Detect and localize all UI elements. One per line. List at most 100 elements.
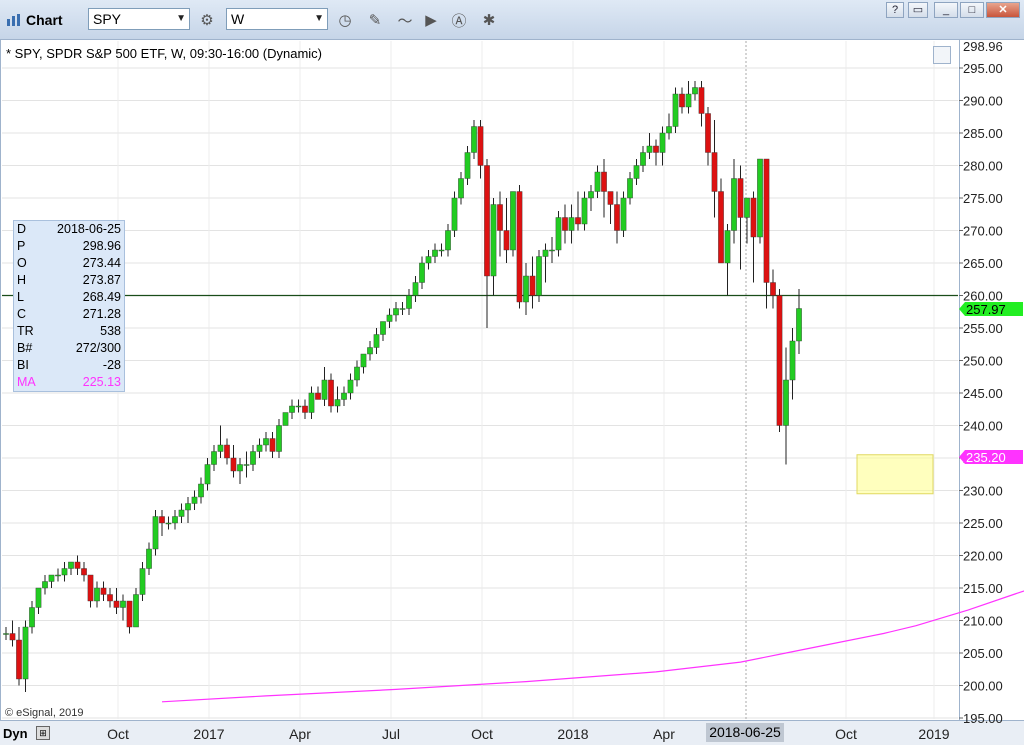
candle-body: [783, 379, 789, 426]
candle-body: [55, 574, 61, 577]
ma-price-tag-text: 235.20: [966, 450, 1006, 465]
time-tick-label: Apr: [289, 726, 311, 742]
time-tick-label: Jul: [382, 726, 400, 742]
candle-body: [594, 171, 601, 192]
cursor-row-value: 2018-06-25: [57, 222, 121, 236]
candle-body: [191, 496, 198, 504]
candle-body: [256, 444, 263, 452]
candle-body: [16, 639, 22, 680]
candle-body: [81, 568, 87, 576]
candle-body: [510, 191, 516, 251]
price-tick-label: 205.00: [963, 646, 1003, 661]
candle-body: [35, 587, 42, 608]
candle-body: [536, 256, 542, 296]
candle-body: [250, 451, 256, 465]
candle-body: [386, 314, 393, 322]
cursor-row: B# 272/300: [14, 340, 124, 357]
candle-body: [68, 561, 74, 569]
candle-body: [152, 516, 159, 550]
cursor-row: TR 538: [14, 323, 124, 340]
candle-body: [653, 145, 659, 153]
cursor-row: L 268.49: [14, 289, 124, 306]
ma-price-tag: 235.20: [959, 450, 1023, 465]
candle-body: [620, 197, 627, 231]
price-tick-label: 255.00: [963, 321, 1003, 336]
candle-body: [321, 379, 328, 400]
price-tick-label: 200.00: [963, 679, 1003, 694]
candle-body: [757, 158, 763, 238]
candle-body: [393, 308, 399, 316]
cursor-row: P 298.96: [14, 238, 124, 255]
candle-body: [718, 191, 724, 264]
candle-body: [705, 113, 711, 153]
time-tick-label: Oct: [471, 726, 493, 742]
price-tick-label: 220.00: [963, 549, 1003, 564]
candle-body: [360, 353, 367, 368]
candle-body: [731, 178, 737, 231]
candle-body: [776, 295, 783, 426]
candle-body: [607, 191, 614, 205]
price-tick-label: 245.00: [963, 386, 1003, 401]
price-tick-label: 265.00: [963, 256, 1003, 271]
cursor-row-label: L: [17, 290, 24, 304]
cursor-row: BI -28: [14, 357, 124, 374]
candle-body: [503, 230, 510, 251]
cursor-row-label: BI: [17, 358, 29, 372]
candle-body: [490, 204, 497, 277]
candle-body: [380, 321, 386, 335]
price-tick-label: 240.00: [963, 419, 1003, 434]
candle-body: [471, 126, 477, 153]
cursor-row-label: B#: [17, 341, 33, 355]
candle-body: [295, 405, 302, 408]
cursor-row-value: 538: [100, 324, 121, 338]
candle-body: [633, 165, 640, 179]
candle-body: [113, 600, 120, 608]
time-tick-label: Oct: [107, 726, 129, 742]
candle-body: [464, 152, 471, 179]
cursor-row: C 271.28: [14, 306, 124, 323]
candle-body: [373, 334, 380, 348]
candle-body: [685, 93, 692, 108]
candle-body: [367, 347, 373, 355]
candle-body: [243, 464, 250, 466]
cursor-row-value: 271.28: [82, 307, 121, 321]
cursor-date-badge: 2018-06-25: [706, 723, 784, 742]
candle-body: [679, 93, 685, 108]
candle-body: [22, 626, 29, 680]
dynamic-label: Dyn: [3, 726, 28, 741]
candle-body: [224, 444, 230, 459]
price-tick-label: 230.00: [963, 484, 1003, 499]
candle-body: [588, 191, 594, 199]
last-price-tag: 257.97: [959, 302, 1023, 317]
cursor-row-value: 273.44: [82, 256, 121, 270]
candle-body: [341, 392, 347, 400]
candle-body: [770, 282, 776, 296]
candle-body: [276, 425, 282, 452]
candle-body: [159, 516, 165, 524]
candle-body: [516, 191, 523, 303]
price-tick-label: 270.00: [963, 224, 1003, 239]
candle-body: [146, 548, 152, 569]
candle-body: [100, 587, 107, 595]
cursor-row-value: 273.87: [82, 273, 121, 287]
candle-body: [328, 379, 334, 407]
price-tick-label: 290.00: [963, 94, 1003, 109]
candle-body: [399, 308, 406, 310]
restore-window-icon[interactable]: [933, 46, 951, 64]
time-tick-label: 2019: [918, 726, 949, 742]
candle-body: [529, 275, 536, 296]
cursor-row-value: 298.96: [82, 239, 121, 253]
cursor-row-value: 225.13: [82, 375, 121, 389]
candle-body: [666, 126, 672, 134]
candle-body: [9, 633, 16, 641]
highlight-rectangle: [856, 454, 934, 495]
price-tick-label: 225.00: [963, 516, 1003, 531]
candle-body: [432, 249, 438, 257]
candle-body: [354, 366, 360, 381]
link-icon[interactable]: ⊞: [36, 726, 50, 740]
cursor-row-label: P: [17, 239, 26, 253]
time-tick-label: Oct: [835, 726, 857, 742]
candle-body: [347, 379, 354, 394]
candle-body: [302, 405, 308, 413]
cursor-row-value: 268.49: [82, 290, 121, 304]
